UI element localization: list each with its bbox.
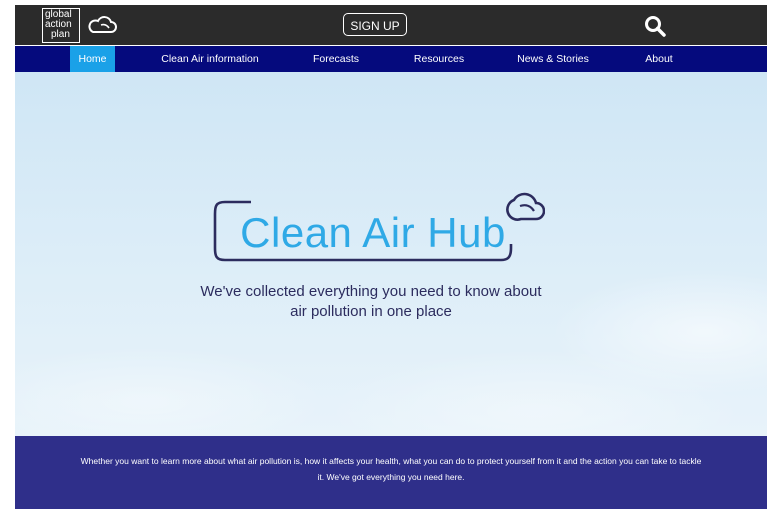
hero-tagline: We've collected everything you need to k…	[185, 282, 557, 322]
cloud-icon	[88, 16, 117, 33]
nav-item-forecasts[interactable]: Forecasts	[306, 46, 366, 72]
page-frame: global action plan SIGN UP Home Clean Ai…	[15, 5, 767, 509]
intro-text-line-1: Whether you want to learn more about wha…	[80, 456, 702, 466]
hero-section: Clean Air Hub We've collected everything…	[15, 72, 767, 436]
hero-tagline-line-2: air pollution in one place	[290, 303, 452, 320]
nav-item-clean-air-information[interactable]: Clean Air information	[155, 46, 265, 72]
main-nav: Home Clean Air information Forecasts Res…	[15, 46, 767, 72]
global-action-plan-logo[interactable]: global action plan	[42, 8, 80, 43]
hero-tagline-line-1: We've collected everything you need to k…	[200, 283, 542, 300]
search-icon[interactable]	[644, 15, 666, 37]
top-bar: global action plan SIGN UP	[15, 5, 767, 45]
intro-text: Whether you want to learn more about wha…	[37, 453, 745, 485]
nav-item-about[interactable]: About	[637, 46, 681, 72]
logo-line-3: plan	[51, 29, 70, 40]
page-title: Clean Air Hub	[240, 209, 506, 256]
intro-band: Whether you want to learn more about wha…	[15, 436, 767, 509]
intro-text-line-2: it. We've got everything you need here.	[317, 472, 465, 482]
nav-item-resources[interactable]: Resources	[409, 46, 469, 72]
nav-item-home[interactable]: Home	[70, 46, 115, 72]
nav-item-news-stories[interactable]: News & Stories	[512, 46, 594, 72]
sign-up-button[interactable]: SIGN UP	[343, 13, 407, 36]
